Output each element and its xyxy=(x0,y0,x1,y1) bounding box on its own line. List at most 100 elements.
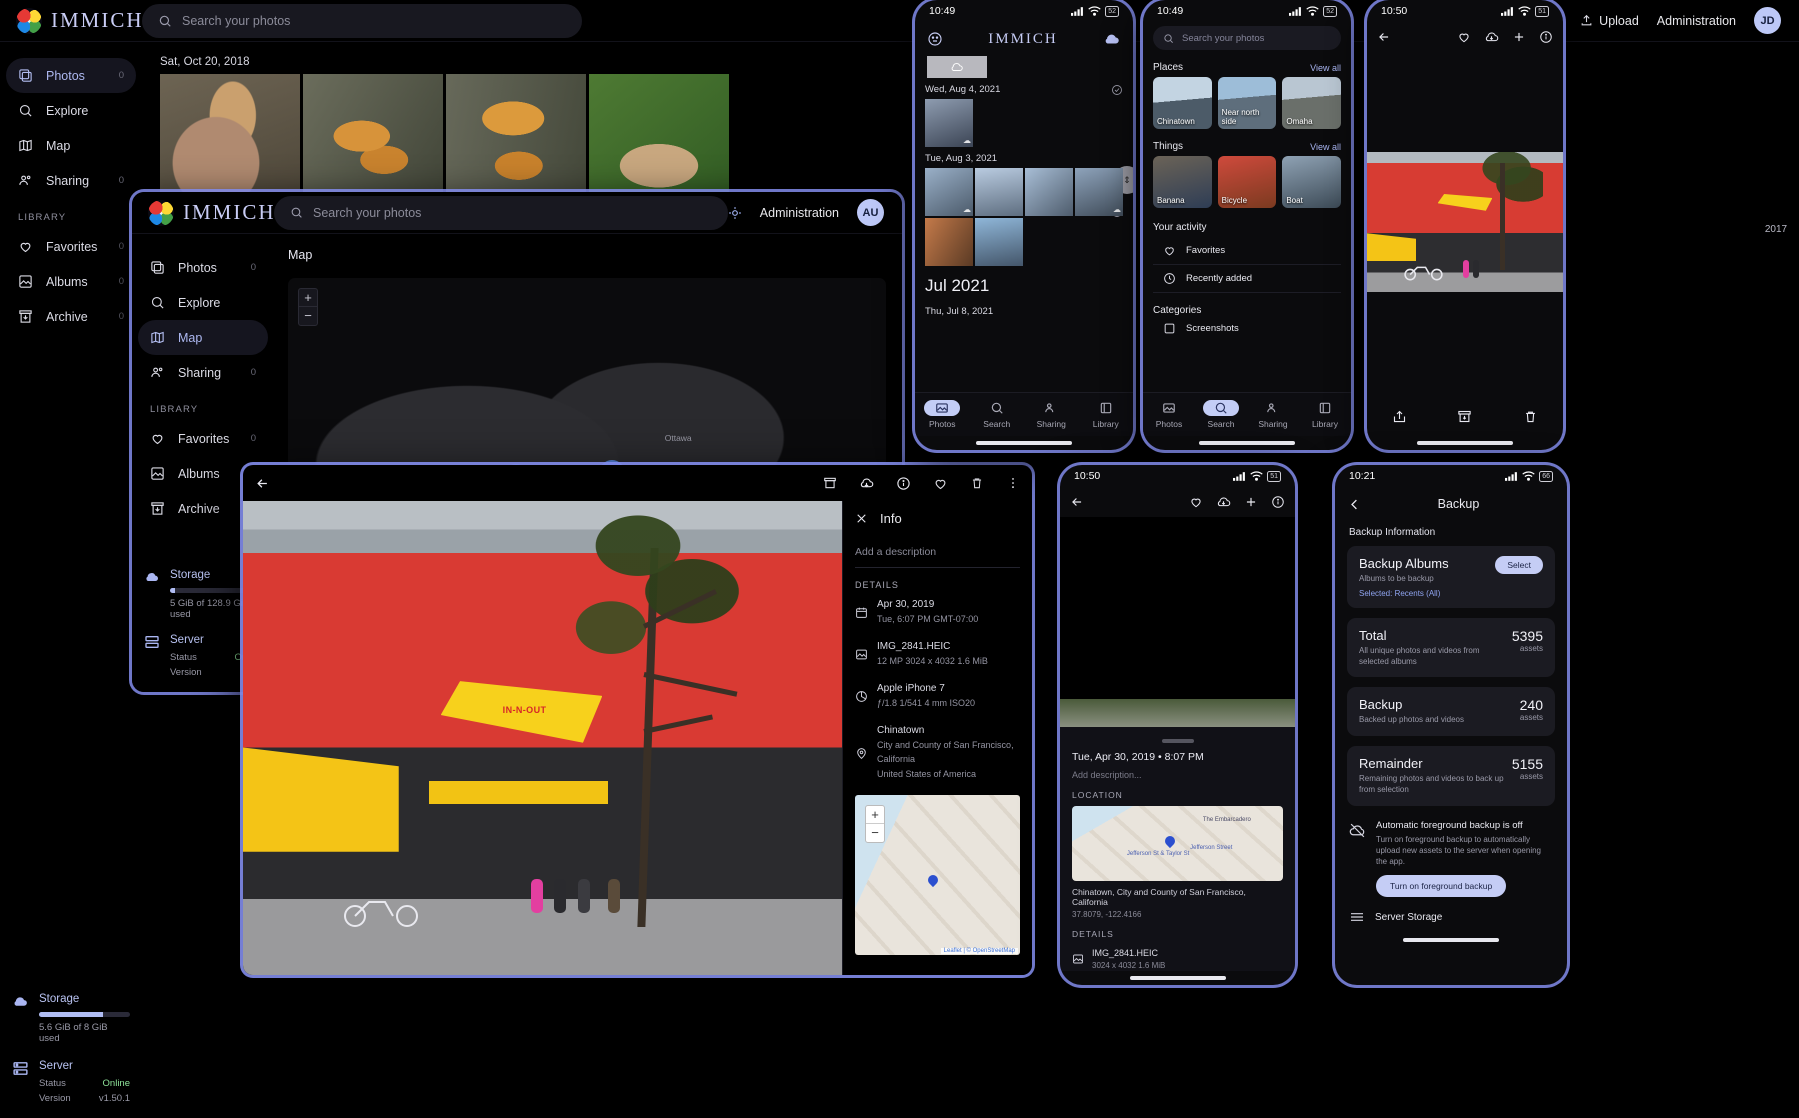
zoom-in-button[interactable]: + xyxy=(299,289,317,307)
cloud-download-icon[interactable] xyxy=(1216,495,1231,510)
photo-thumbnail[interactable]: ☁ xyxy=(1075,168,1123,216)
sheet-grabber[interactable] xyxy=(1162,739,1194,743)
info-icon[interactable] xyxy=(896,476,911,491)
administration-link[interactable]: Administration xyxy=(760,206,839,220)
delete-icon[interactable] xyxy=(1523,409,1538,424)
timeline-scrubber[interactable]: 2017 xyxy=(1761,86,1791,226)
activity-item-recently-added[interactable]: Recently added xyxy=(1153,265,1341,293)
tab-library[interactable]: Library xyxy=(1079,393,1134,436)
sidebar-item-explore[interactable]: Explore xyxy=(138,285,268,320)
heart-icon[interactable] xyxy=(1189,495,1203,510)
timeline-date-header: Tue, Aug 3, 2021 xyxy=(915,147,1133,168)
sidebar-item-favorites[interactable]: Favorites 0 xyxy=(6,229,136,264)
tab-search[interactable]: Search xyxy=(1195,393,1247,436)
sidebar-item-explore[interactable]: Explore xyxy=(6,93,136,128)
search-input[interactable]: Search your photos xyxy=(274,196,728,230)
photo-thumbnail[interactable]: ☁ xyxy=(925,168,973,216)
add-icon[interactable] xyxy=(1244,495,1258,510)
photo-thumbnail[interactable] xyxy=(975,168,1023,216)
download-icon[interactable] xyxy=(859,476,874,491)
asset-image[interactable] xyxy=(1060,517,1295,727)
photo-thumbnail[interactable] xyxy=(1025,168,1073,216)
upload-button[interactable]: Upload xyxy=(1580,14,1639,28)
sidebar-item-photos[interactable]: Photos 0 xyxy=(6,58,136,93)
avatar[interactable]: AU xyxy=(857,199,884,226)
place-card[interactable]: Chinatown xyxy=(1153,77,1212,129)
view-all-places-link[interactable]: View all xyxy=(1310,63,1341,73)
minimap-zoom-controls[interactable]: + − xyxy=(865,805,885,843)
sidebar-item-archive[interactable]: Archive 0 xyxy=(6,299,136,334)
cloud-upload-icon[interactable] xyxy=(1103,30,1121,48)
more-vertical-icon[interactable] xyxy=(1006,476,1020,490)
close-icon[interactable] xyxy=(855,512,868,525)
sidebar-count: 0 xyxy=(119,241,124,252)
photo-grid: ☁ xyxy=(915,99,1133,147)
archive-icon[interactable] xyxy=(1457,409,1472,424)
activity-item-favorites[interactable]: Favorites xyxy=(1153,237,1341,265)
sidebar-item-map[interactable]: Map xyxy=(6,128,136,163)
thing-card[interactable]: Bicycle xyxy=(1218,156,1277,208)
back-arrow-icon[interactable] xyxy=(1347,497,1362,512)
tab-library[interactable]: Library xyxy=(1299,393,1351,436)
app-logo-brand[interactable]: IMMICH xyxy=(0,8,142,34)
asset-image[interactable] xyxy=(1367,152,1563,292)
app-logo-brand[interactable]: IMMICH xyxy=(132,200,274,226)
photo-thumbnail[interactable] xyxy=(975,218,1023,266)
location-minimap[interactable]: + − Leaflet | © OpenStreetMap xyxy=(855,795,1020,955)
photo-thumbnail[interactable]: ☁ xyxy=(925,99,973,147)
search-input[interactable]: Search your photos xyxy=(1153,26,1341,50)
heart-icon[interactable] xyxy=(1457,30,1471,45)
back-arrow-icon[interactable] xyxy=(1377,30,1391,44)
archive-icon[interactable] xyxy=(823,476,837,490)
zoom-in-button[interactable]: + xyxy=(866,806,884,824)
theme-toggle-icon[interactable] xyxy=(728,206,742,220)
place-card[interactable]: Near north side xyxy=(1218,77,1277,129)
back-arrow-icon[interactable] xyxy=(1070,495,1084,509)
tab-photos[interactable]: Photos xyxy=(915,393,970,436)
sidebar-item-sharing[interactable]: Sharing 0 xyxy=(138,355,268,390)
description-input[interactable]: Add a description xyxy=(855,546,1020,568)
turn-on-foreground-backup-button[interactable]: Turn on foreground backup xyxy=(1376,875,1506,897)
search-input[interactable]: Search your photos xyxy=(142,4,582,38)
delete-icon[interactable] xyxy=(970,476,984,490)
map-zoom-controls[interactable]: + − xyxy=(298,288,318,326)
sidebar-item-sharing[interactable]: Sharing 0 xyxy=(6,163,136,198)
info-icon[interactable] xyxy=(1539,30,1553,45)
stat-sub: Backed up photos and videos xyxy=(1359,715,1512,726)
category-item-screenshots[interactable]: Screenshots xyxy=(1153,320,1341,342)
avatar[interactable]: JD xyxy=(1754,7,1781,34)
photo-image[interactable]: IN-N-OUT xyxy=(243,501,842,975)
place-card[interactable]: Omaha xyxy=(1282,77,1341,129)
info-bottom-sheet: Tue, Apr 30, 2019 • 8:07 PM Add descript… xyxy=(1060,727,1295,971)
description-input[interactable]: Add description... xyxy=(1072,770,1283,780)
add-icon[interactable] xyxy=(1512,30,1526,45)
heart-icon[interactable] xyxy=(933,476,948,491)
sidebar-item-albums[interactable]: Albums 0 xyxy=(6,264,136,299)
select-albums-button[interactable]: Select xyxy=(1495,556,1543,574)
share-icon[interactable] xyxy=(1392,409,1407,424)
tab-sharing[interactable]: Sharing xyxy=(1247,393,1299,436)
tab-search[interactable]: Search xyxy=(970,393,1025,436)
info-icon[interactable] xyxy=(1271,495,1285,510)
location-map[interactable]: The Embarcadero Jefferson Street Jeffers… xyxy=(1072,806,1283,881)
thing-card[interactable]: Boat xyxy=(1282,156,1341,208)
back-arrow-icon[interactable] xyxy=(255,476,270,491)
select-group-icon[interactable] xyxy=(1111,84,1123,96)
face-search-icon[interactable] xyxy=(927,31,943,47)
view-all-things-link[interactable]: View all xyxy=(1310,142,1341,152)
photo-thumbnail[interactable] xyxy=(925,218,973,266)
sidebar-item-favorites[interactable]: Favorites 0 xyxy=(138,421,268,456)
server-status-value: Online xyxy=(103,1078,130,1089)
sidebar-item-map[interactable]: Map xyxy=(138,320,268,355)
tab-photos[interactable]: Photos xyxy=(1143,393,1195,436)
stat-value: 240 xyxy=(1520,697,1543,713)
administration-link[interactable]: Administration xyxy=(1657,14,1736,28)
cloud-download-icon[interactable] xyxy=(1484,30,1499,45)
thing-card[interactable]: Banana xyxy=(1153,156,1212,208)
status-time: 10:21 xyxy=(1349,470,1375,482)
sidebar-item-photos[interactable]: Photos 0 xyxy=(138,250,268,285)
server-storage-row[interactable]: Server Storage xyxy=(1335,901,1567,933)
tab-sharing[interactable]: Sharing xyxy=(1024,393,1079,436)
zoom-out-button[interactable]: − xyxy=(866,824,884,842)
zoom-out-button[interactable]: − xyxy=(299,307,317,325)
